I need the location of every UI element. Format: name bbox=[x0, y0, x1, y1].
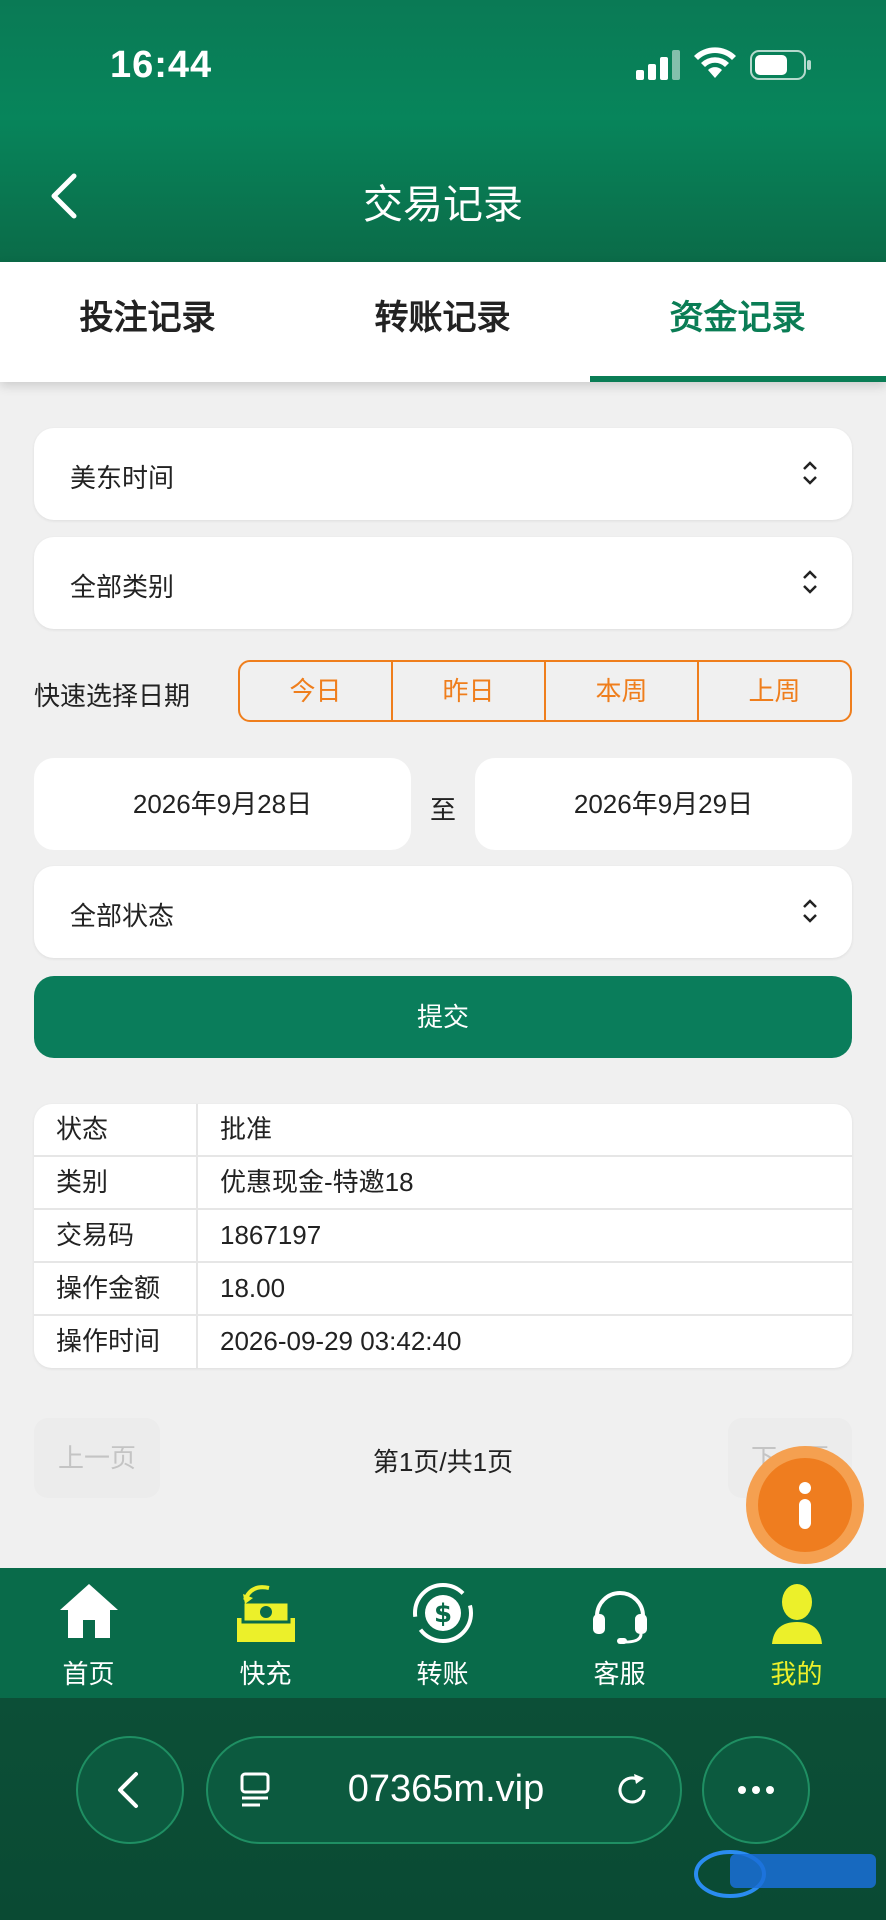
table-row: 操作金额 18.00 bbox=[34, 1263, 852, 1316]
browser-url-bar[interactable]: 07365m.vip bbox=[206, 1736, 682, 1844]
user-icon bbox=[772, 1584, 822, 1644]
row-value: 批准 bbox=[220, 1114, 273, 1144]
status-time: 16:44 bbox=[110, 44, 213, 86]
quick-date-last-week[interactable]: 上周 bbox=[699, 662, 850, 720]
row-value: 18.00 bbox=[220, 1273, 286, 1303]
row-key: 交易码 bbox=[34, 1210, 198, 1261]
page-title: 交易记录 bbox=[363, 183, 523, 227]
transfer-icon: $ bbox=[413, 1583, 473, 1643]
nav-quick-charge-label: 快充 bbox=[239, 1659, 292, 1689]
table-row: 操作时间 2026-09-29 03:42:40 bbox=[34, 1316, 852, 1368]
table-row: 状态 批准 bbox=[34, 1104, 852, 1157]
browser-more-button[interactable] bbox=[702, 1736, 810, 1844]
row-key: 状态 bbox=[34, 1104, 198, 1155]
category-value: 全部类别 bbox=[70, 572, 175, 602]
watermark-logo bbox=[694, 1850, 876, 1898]
nav-home[interactable]: 首页 bbox=[0, 1568, 177, 1698]
date-separator: 至 bbox=[430, 795, 457, 825]
status-select[interactable]: 全部状态 bbox=[34, 866, 852, 958]
nav-transfer-label: 转账 bbox=[416, 1659, 469, 1689]
tab-transfer-records[interactable]: 转账记录 bbox=[295, 262, 590, 382]
reload-icon[interactable] bbox=[612, 1770, 652, 1810]
category-select[interactable]: 全部类别 bbox=[34, 537, 852, 629]
status-value: 全部状态 bbox=[70, 901, 175, 931]
table-row: 类别 优惠现金-特邀18 bbox=[34, 1157, 852, 1210]
record-table: 状态 批准 类别 优惠现金-特邀18 交易码 1867197 操作金额 18.0… bbox=[34, 1104, 852, 1368]
quick-date-label: 快速选择日期 bbox=[34, 681, 191, 711]
browser-back-button[interactable] bbox=[76, 1736, 184, 1844]
wifi-icon bbox=[694, 47, 736, 78]
row-value: 优惠现金-特邀18 bbox=[220, 1167, 414, 1197]
date-from-field[interactable]: 2026年9月28日 bbox=[34, 758, 411, 850]
app-header: 16:44 交易记录 bbox=[0, 0, 886, 262]
nav-transfer[interactable]: $ 转账 bbox=[354, 1568, 531, 1698]
submit-button[interactable]: 提交 bbox=[34, 976, 852, 1058]
nav-mine[interactable]: 我的 bbox=[708, 1568, 885, 1698]
quick-date-today[interactable]: 今日 bbox=[240, 662, 393, 720]
chevron-updown-icon bbox=[803, 899, 817, 923]
row-value: 2026-09-29 03:42:40 bbox=[220, 1326, 462, 1356]
more-icon bbox=[738, 1786, 774, 1794]
bottom-nav: 首页 快充 $ 转账 客服 我的 bbox=[0, 1568, 886, 1698]
info-icon bbox=[799, 1482, 811, 1529]
row-value: 1867197 bbox=[220, 1220, 322, 1250]
signal-icon bbox=[636, 50, 680, 80]
chevron-left-icon bbox=[118, 1772, 138, 1808]
active-tab-indicator bbox=[590, 376, 886, 382]
chevron-updown-icon bbox=[803, 570, 817, 594]
timezone-select[interactable]: 美东时间 bbox=[34, 428, 852, 520]
nav-support-label: 客服 bbox=[593, 1659, 646, 1689]
nav-home-label: 首页 bbox=[62, 1659, 115, 1689]
row-key: 操作时间 bbox=[34, 1316, 198, 1368]
info-float-button[interactable] bbox=[746, 1446, 864, 1564]
nav-mine-label: 我的 bbox=[770, 1659, 823, 1689]
timezone-value: 美东时间 bbox=[70, 463, 175, 493]
cash-icon bbox=[237, 1585, 295, 1642]
date-to-field[interactable]: 2026年9月29日 bbox=[475, 758, 852, 850]
svg-text:$: $ bbox=[434, 1599, 452, 1629]
quick-date-yesterday[interactable]: 昨日 bbox=[393, 662, 546, 720]
headset-icon bbox=[593, 1591, 647, 1644]
row-key: 操作金额 bbox=[34, 1263, 198, 1314]
battery-icon bbox=[750, 50, 811, 80]
quick-date-this-week[interactable]: 本周 bbox=[546, 662, 699, 720]
chevron-updown-icon bbox=[803, 461, 817, 485]
table-row: 交易码 1867197 bbox=[34, 1210, 852, 1263]
home-icon bbox=[60, 1584, 118, 1638]
record-tabs: 投注记录 转账记录 资金记录 bbox=[0, 262, 886, 382]
nav-quick-charge[interactable]: 快充 bbox=[177, 1568, 354, 1698]
tab-bet-records[interactable]: 投注记录 bbox=[0, 262, 295, 382]
row-key: 类别 bbox=[34, 1157, 198, 1208]
quick-date-group: 今日 昨日 本周 上周 bbox=[238, 660, 852, 722]
nav-support[interactable]: 客服 bbox=[531, 1568, 708, 1698]
tab-fund-records[interactable]: 资金记录 bbox=[590, 262, 885, 382]
